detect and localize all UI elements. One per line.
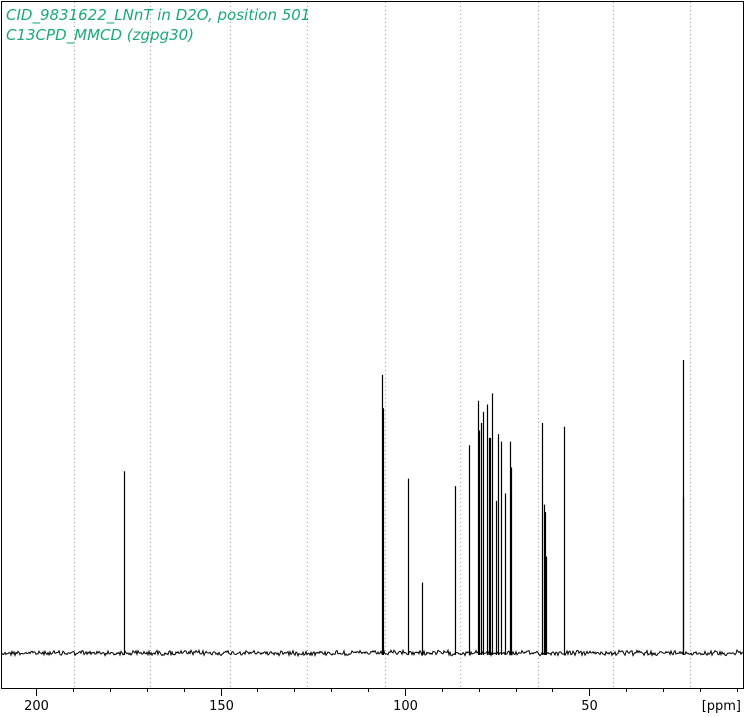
x-axis: 200 150 100 50 — [24, 688, 738, 714]
chart-title: CID_9831622_LNnT in D2O, position 501 — [6, 6, 310, 25]
x-axis-label: [ppm] — [702, 699, 741, 714]
nmr-spectrum-chart: 200 150 100 50 CID_9831622_LNnT in D2O, pos… — [1, 1, 744, 714]
x-tick-label: 50 — [581, 699, 598, 714]
x-tick-label: 100 — [393, 699, 418, 714]
spectrum-layer — [1, 360, 744, 658]
plot-frame — [1, 1, 744, 689]
chart-subtitle: C13CPD_MMCD (zgpg30) — [6, 26, 194, 45]
x-tick-label: 200 — [24, 699, 49, 714]
spectrum-baseline — [1, 648, 744, 658]
x-tick-label: 150 — [209, 699, 234, 714]
